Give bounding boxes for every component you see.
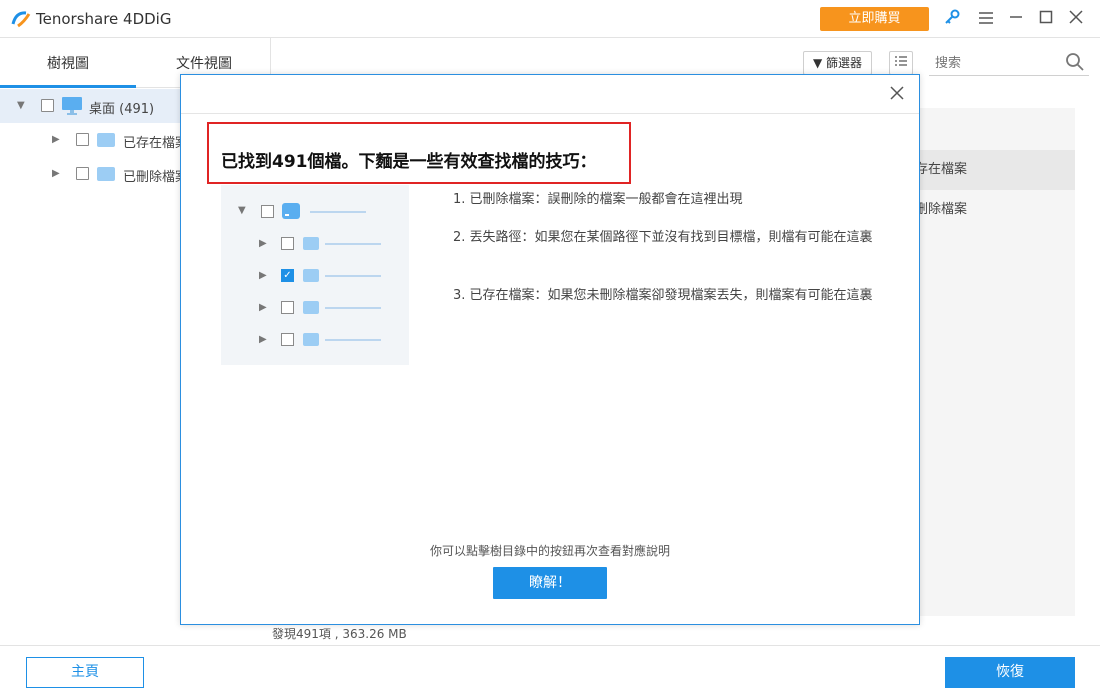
recover-button[interactable]: 恢復 [945, 657, 1075, 688]
recycle-folder-icon [303, 269, 319, 282]
list-view-button[interactable] [889, 51, 913, 75]
expand-arrow-icon: ▶ [259, 270, 267, 281]
app-title: Tenorshare 4DDiG [36, 10, 172, 28]
active-tab-indicator [0, 85, 136, 88]
dialog-note: 你可以點擊樹目錄中的按鈕再次查看對應說明 [429, 544, 670, 558]
app-logo-icon [11, 11, 31, 28]
unknown-folder-icon [303, 333, 319, 346]
tab-file-view[interactable]: 文件視圖 [176, 53, 232, 73]
deleted-checkbox[interactable] [76, 167, 89, 180]
deleted-folder-icon [97, 167, 115, 181]
expand-arrow-icon[interactable]: ▶ [52, 169, 62, 179]
menu-icon[interactable] [975, 8, 997, 30]
tab-tree-view[interactable]: 樹視圖 [47, 53, 89, 73]
tree-illustration: ▼ ▶ ▶ ✓ ▶ ▶ [221, 185, 409, 365]
tips-dialog: 已找到491個檔。下麵是一些有效查找檔的技巧： ▼ ▶ ▶ ✓ ▶ ▶ 1. 已… [180, 74, 920, 625]
existing-folder-icon [97, 133, 115, 147]
expand-arrow-icon: ▶ [259, 334, 267, 345]
illus-line [325, 243, 381, 245]
monitor-icon [62, 97, 82, 115]
tip-deleted: 1. 已刪除檔案：誤刪除的檔案一般都會在這裡出現 [453, 192, 743, 207]
existing-checkbox[interactable] [76, 133, 89, 146]
collapse-arrow-icon: ▼ [238, 205, 246, 216]
list-row-deleted[interactable]: 刪除檔案 [915, 190, 1075, 230]
desktop-checkbox[interactable] [41, 99, 54, 112]
search-box [929, 50, 1089, 76]
illus-line [325, 307, 381, 309]
deleted-label: 已刪除檔案 [123, 170, 189, 185]
key-icon[interactable] [941, 8, 963, 30]
existing-folder-icon [303, 301, 319, 314]
list-row-label: 刪除檔案 [915, 202, 968, 217]
illus-line [325, 339, 381, 341]
illus-checkbox [281, 333, 294, 346]
filter-label: 篩選器 [826, 56, 863, 70]
bottom-bar [0, 645, 1100, 700]
checked-checkbox-icon: ✓ [281, 269, 294, 282]
list-icon [895, 56, 907, 66]
list-row-existing[interactable]: 存在檔案 [915, 150, 1075, 190]
filter-button[interactable]: ▼ 篩選器 [803, 51, 872, 75]
list-row-label: 存在檔案 [915, 162, 968, 177]
tip-existing: 3. 已存在檔案：如果您未刪除檔案卻發現檔案丟失，則檔案有可能在這裏 [453, 288, 873, 303]
close-window-icon[interactable] [1065, 8, 1087, 30]
title-bar: Tenorshare 4DDiG 立即購買 [0, 0, 1100, 38]
filter-icon: ▼ [812, 56, 823, 70]
dialog-divider [181, 113, 919, 114]
tip-lost-path: 2. 丟失路徑：如果您在某個路徑下並沒有找到目標檔，則檔有可能在這裏 [453, 230, 873, 245]
tag-folder-icon [303, 237, 319, 250]
expand-arrow-icon[interactable]: ▶ [52, 135, 62, 145]
maximize-icon[interactable] [1035, 8, 1057, 30]
illus-line [310, 211, 366, 213]
expand-arrow-icon: ▶ [259, 238, 267, 249]
got-it-button[interactable]: 瞭解！ [493, 567, 607, 599]
drive-icon [282, 203, 300, 219]
existing-label: 已存在檔案 [123, 136, 189, 151]
illus-line [325, 275, 381, 277]
home-button[interactable]: 主頁 [26, 657, 144, 688]
illus-checkbox [281, 301, 294, 314]
minimize-icon[interactable] [1005, 8, 1027, 30]
status-text: 發現491項 , 363.26 MB [272, 627, 407, 641]
search-input[interactable] [935, 54, 1055, 72]
illus-checkbox [281, 237, 294, 250]
illus-checkbox [261, 205, 274, 218]
dialog-heading: 已找到491個檔。下麵是一些有效查找檔的技巧： [221, 152, 597, 172]
collapse-arrow-icon[interactable]: ▼ [17, 101, 27, 111]
close-icon[interactable] [887, 85, 907, 105]
buy-now-button[interactable]: 立即購買 [820, 7, 929, 31]
desktop-label: 桌面 (491) [89, 102, 155, 117]
expand-arrow-icon: ▶ [259, 302, 267, 313]
search-icon[interactable] [1065, 52, 1085, 72]
